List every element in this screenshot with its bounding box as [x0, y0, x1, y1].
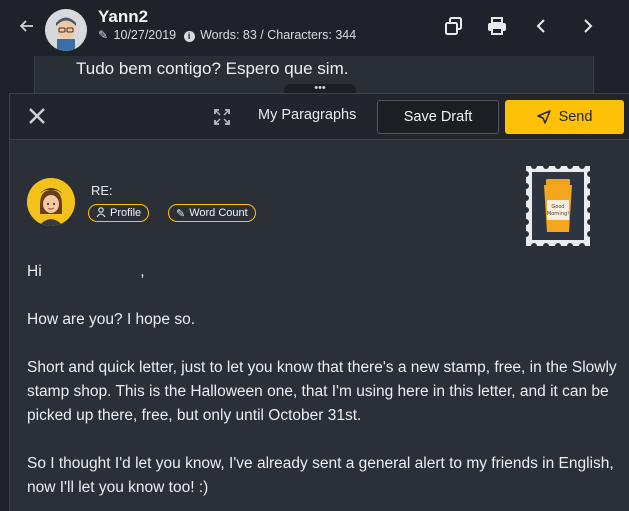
greeting-suffix: , [140, 263, 145, 280]
close-icon [29, 108, 45, 124]
chevron-left-icon [536, 19, 545, 33]
previous-letter-text: Tudo bem contigo? Espero que sim. [76, 59, 349, 78]
paragraph: How are you? I hope so. [27, 311, 196, 328]
stamp-text-1: Good [551, 204, 564, 210]
profile-label: Profile [110, 207, 142, 219]
save-draft-label: Save Draft [403, 109, 473, 125]
sender-name: Yann2 [98, 7, 149, 26]
pencil-icon: ✎ [176, 207, 186, 220]
letter-meta: ✎ 10/27/2019 i Words: 83 / Characters: 3… [98, 28, 356, 42]
print-button[interactable] [486, 15, 508, 37]
sender-avatar[interactable] [45, 9, 87, 51]
back-button[interactable] [18, 18, 36, 36]
send-icon [536, 110, 551, 124]
paragraph: So I thought I'd let you know, I've alre… [27, 455, 614, 496]
stamp[interactable]: Good Morning! [523, 163, 593, 249]
close-button[interactable] [26, 105, 48, 127]
send-button[interactable]: Send [505, 100, 624, 134]
next-letter-button[interactable] [577, 15, 599, 37]
stamp-image: Good Morning! [523, 163, 593, 249]
word-count-label: Word Count [189, 207, 248, 219]
previous-letter-button[interactable] [530, 15, 552, 37]
letter-body[interactable]: Hi , How are you? I hope so. Short and q… [27, 260, 617, 511]
letter-date: 10/27/2019 [113, 28, 177, 42]
greeting: Hi [27, 263, 42, 280]
copy-icon [445, 17, 462, 35]
send-label: Send [558, 109, 593, 125]
letter-composer: My Paragraphs Save Draft Send RE: Profil [9, 93, 629, 511]
user-icon [96, 206, 106, 220]
pencil-icon: ✎ [98, 28, 109, 42]
avatar-illustration [45, 9, 87, 51]
word-count-button[interactable]: ✎ Word Count [168, 204, 256, 222]
print-icon [488, 17, 506, 35]
save-draft-button[interactable]: Save Draft [377, 100, 499, 134]
expand-button[interactable] [213, 108, 231, 126]
profile-button[interactable]: Profile [88, 204, 150, 222]
expand-icon [214, 109, 230, 125]
copy-button[interactable] [443, 15, 465, 37]
recipient-avatar[interactable] [27, 178, 75, 226]
composer-toolbar: My Paragraphs Save Draft Send [10, 94, 629, 140]
paragraph: Short and quick letter, just to let you … [27, 359, 617, 424]
greeting-line: Hi , [27, 260, 617, 284]
stamp-text-2: Morning! [547, 211, 569, 217]
reply-label: RE: [91, 183, 113, 198]
my-paragraphs-button[interactable]: My Paragraphs [258, 107, 356, 123]
chevron-right-icon [584, 19, 593, 33]
letter-header: Yann2 ✎ 10/27/2019 i Words: 83 / Charact… [0, 0, 629, 58]
letter-stats: Words: 83 / Characters: 344 [200, 28, 357, 42]
info-icon: i [183, 31, 195, 42]
arrow-left-icon [19, 20, 33, 32]
avatar-illustration [27, 178, 75, 226]
